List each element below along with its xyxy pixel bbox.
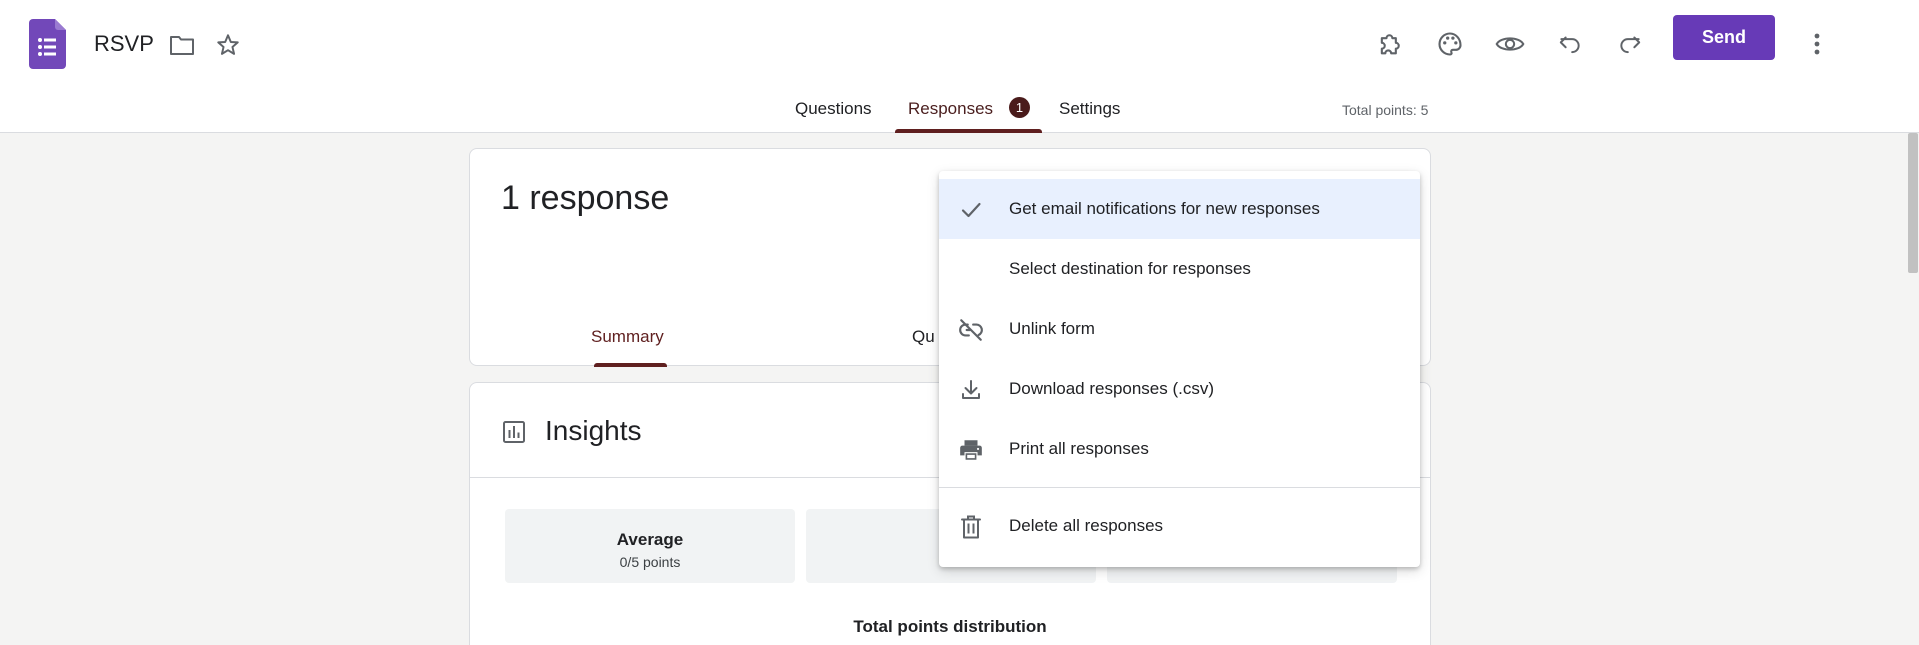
undo-icon[interactable] (1552, 26, 1588, 62)
more-vert-icon[interactable] (1799, 26, 1835, 62)
trash-icon (958, 514, 984, 540)
insights-chart-icon (502, 420, 526, 449)
summary-tab-indicator (594, 363, 667, 367)
distribution-title: Total points distribution (853, 617, 1047, 636)
page-scrollbar[interactable] (1905, 133, 1919, 645)
menu-item-email-notifications[interactable]: Get email notifications for new response… (939, 179, 1420, 239)
menu-item-label: Delete all responses (1009, 516, 1164, 535)
menu-item-label: Select destination for responses (1009, 259, 1251, 278)
responses-options-menu: Get email notifications for new response… (939, 171, 1420, 567)
app-header: RSVP Send Questions Responses 1 Settings… (0, 0, 1919, 133)
forms-app-icon[interactable] (29, 19, 66, 69)
tab-question[interactable]: Qu (912, 327, 935, 347)
tab-questions[interactable]: Questions (795, 99, 872, 119)
redo-icon[interactable] (1612, 26, 1648, 62)
stat-average: Average 0/5 points (505, 509, 795, 583)
menu-item-select-destination[interactable]: Select destination for responses (939, 239, 1420, 299)
menu-item-delete-all[interactable]: Delete all responses (939, 496, 1420, 556)
check-icon (958, 197, 984, 223)
total-points-label: Total points: 5 (1342, 102, 1429, 118)
menu-item-download-csv[interactable]: Download responses (.csv) (939, 359, 1420, 419)
menu-item-label: Get email notifications for new response… (1009, 199, 1320, 218)
preview-eye-icon[interactable] (1492, 26, 1528, 62)
print-icon (958, 437, 984, 463)
star-icon[interactable] (210, 27, 246, 63)
palette-icon[interactable] (1432, 26, 1468, 62)
stat-label: Average (616, 530, 684, 549)
response-count-title: 1 response (501, 179, 670, 217)
menu-item-label: Print all responses (1009, 439, 1149, 458)
addon-puzzle-icon[interactable] (1372, 26, 1408, 62)
insights-title: Insights (545, 415, 642, 446)
send-button[interactable]: Send (1673, 15, 1775, 60)
folder-icon[interactable] (164, 27, 200, 63)
responses-count-badge: 1 (1009, 97, 1030, 118)
tab-responses[interactable]: Responses (908, 99, 993, 119)
stat-value: 0/5 points (619, 554, 681, 570)
menu-item-unlink-form[interactable]: Unlink form (939, 299, 1420, 359)
form-tabs: Questions Responses 1 Settings Total poi… (0, 96, 1919, 133)
menu-item-label: Unlink form (1009, 319, 1095, 338)
tab-summary[interactable]: Summary (591, 327, 664, 347)
active-tab-indicator (895, 129, 1042, 133)
scrollbar-thumb[interactable] (1908, 133, 1918, 273)
menu-item-label: Download responses (.csv) (1009, 379, 1215, 398)
menu-divider (939, 487, 1420, 488)
document-title[interactable]: RSVP (94, 31, 154, 57)
menu-item-print-all[interactable]: Print all responses (939, 419, 1420, 479)
tab-settings[interactable]: Settings (1059, 99, 1120, 119)
link-off-icon (958, 317, 984, 343)
download-icon (958, 377, 984, 403)
